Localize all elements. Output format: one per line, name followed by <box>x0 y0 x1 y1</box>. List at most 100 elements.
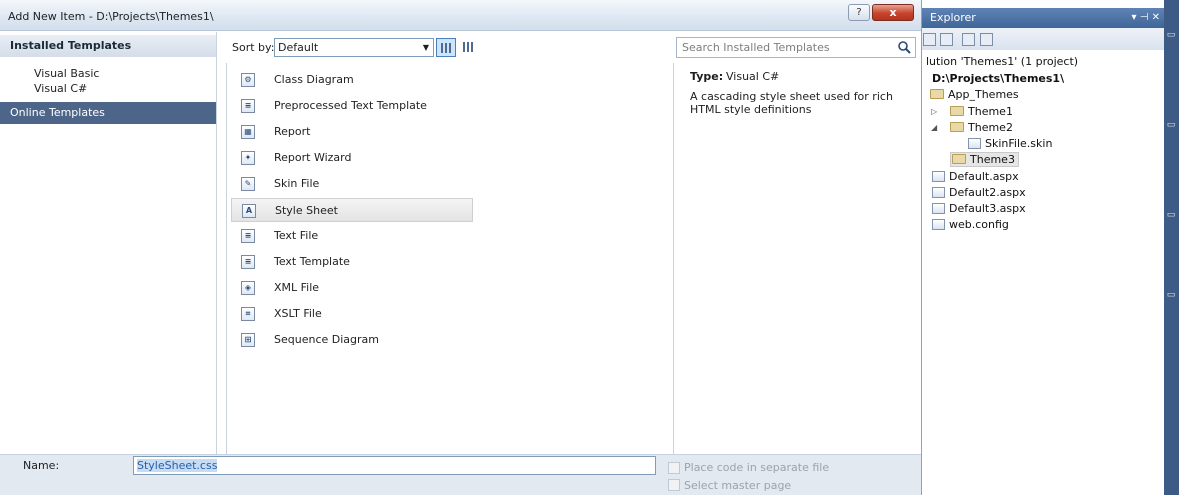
name-label: Name: <box>23 459 60 472</box>
project-node[interactable]: D:\Projects\Themes1\ <box>932 72 1064 85</box>
skinfile-node[interactable]: SkinFile.skin <box>968 137 1052 150</box>
template-item-style-sheet[interactable]: A Style Sheet <box>231 198 473 222</box>
medium-icons-view-button[interactable] <box>436 38 456 57</box>
explorer-titlebar: Explorer ▾ ⊣ ✕ <box>922 8 1164 28</box>
side-tool-strip: ▭ ▭ ▭ ▭ <box>1164 0 1179 495</box>
category-visual-csharp[interactable]: Visual C# <box>34 82 87 95</box>
theme3-folder[interactable]: Theme3 <box>950 152 1019 167</box>
template-label: Text Template <box>274 255 350 268</box>
place-code-separate-checkbox[interactable] <box>668 462 680 474</box>
installed-templates-header[interactable]: Installed Templates <box>0 35 216 57</box>
solution-explorer-panel: Explorer ▾ ⊣ ✕ lution 'Themes1' (1 proje… <box>921 0 1179 495</box>
sort-by-value: Default <box>278 41 319 54</box>
properties-tab[interactable]: ▭ <box>1166 290 1176 300</box>
default-aspx-node[interactable]: Default.aspx <box>932 170 1019 183</box>
search-installed-templates-input[interactable]: Search Installed Templates <box>676 37 916 58</box>
template-item-text-template[interactable]: ≡ Text Template <box>231 250 473 274</box>
description-type-value: Visual C# <box>726 70 780 83</box>
search-placeholder: Search Installed Templates <box>682 41 830 54</box>
report-icon: ▦ <box>241 125 255 139</box>
template-item-skin-file[interactable]: ✎ Skin File <box>231 172 473 196</box>
description-text: A cascading style sheet used for rich HT… <box>690 90 893 116</box>
app-themes-folder[interactable]: App_Themes <box>930 88 1019 101</box>
tree-label: App_Themes <box>948 88 1019 101</box>
template-item-xslt-file[interactable]: ⌗ XSLT File <box>231 302 473 326</box>
template-item-preprocessed-text-template[interactable]: ≡ Preprocessed Text Template <box>231 94 473 118</box>
template-label: Sequence Diagram <box>274 333 379 346</box>
template-item-sequence-diagram[interactable]: ⊞ Sequence Diagram <box>231 328 473 352</box>
template-label: XML File <box>274 281 320 294</box>
sort-by-select[interactable]: Default ▼ <box>274 38 434 57</box>
template-item-text-file[interactable]: ≡ Text File <box>231 224 473 248</box>
solution-explorer-tab[interactable]: ▭ <box>1166 30 1176 40</box>
properties-icon[interactable] <box>923 33 936 46</box>
template-categories-pane: Installed Templates Visual Basic Visual … <box>0 32 217 454</box>
template-label: Skin File <box>274 177 320 190</box>
template-item-class-diagram[interactable]: ⚙ Class Diagram <box>231 68 473 92</box>
web-config-node[interactable]: web.config <box>932 218 1009 231</box>
tree-label: Default.aspx <box>949 170 1019 183</box>
explorer-title: Explorer <box>930 11 976 24</box>
show-all-files-icon[interactable] <box>940 33 953 46</box>
add-new-item-dialog: Add New Item - D:\Projects\Themes1\ ? x … <box>0 0 921 495</box>
template-label: Report <box>274 125 311 138</box>
explorer-window-controls[interactable]: ▾ ⊣ ✕ <box>1132 8 1160 28</box>
class-diagram-icon: ⚙ <box>241 73 255 87</box>
dialog-title: Add New Item - D:\Projects\Themes1\ <box>8 10 214 23</box>
template-list: ⚙ Class Diagram ≡ Preprocessed Text Temp… <box>226 63 674 454</box>
name-input[interactable]: StyleSheet.css <box>133 456 656 475</box>
template-label: Text File <box>274 229 319 242</box>
theme2-folder[interactable]: Theme2 <box>950 121 1013 134</box>
theme1-folder[interactable]: Theme1 <box>950 105 1013 118</box>
collapse-arrow-icon[interactable]: ◢ <box>931 123 937 132</box>
report-wizard-icon: ✦ <box>241 151 255 165</box>
chevron-down-icon: ▼ <box>422 43 429 52</box>
config-file-icon <box>932 219 945 230</box>
folder-icon <box>930 89 944 99</box>
online-templates-item[interactable]: Online Templates <box>0 102 216 124</box>
name-input-value: StyleSheet.css <box>137 459 218 472</box>
tree-label: SkinFile.skin <box>985 137 1053 150</box>
close-button[interactable]: x <box>872 4 914 21</box>
aspx-file-icon <box>932 171 945 182</box>
text-template-icon: ≡ <box>241 99 255 113</box>
template-item-xml-file[interactable]: ◈ XML File <box>231 276 473 300</box>
place-code-separate-label: Place code in separate file <box>684 461 830 474</box>
tree-label: Default2.aspx <box>949 186 1026 199</box>
template-label: Class Diagram <box>274 73 354 86</box>
sort-by-label: Sort by: <box>232 41 275 54</box>
aspx-file-icon <box>932 203 945 214</box>
template-label: Style Sheet <box>275 204 338 217</box>
tree-label: Default3.aspx <box>949 202 1026 215</box>
class-view-tab[interactable]: ▭ <box>1166 210 1176 220</box>
template-label: XSLT File <box>274 307 322 320</box>
tree-label: web.config <box>949 218 1009 231</box>
sequence-diagram-icon: ⊞ <box>241 333 255 347</box>
template-item-report[interactable]: ▦ Report <box>231 120 473 144</box>
text-file-icon: ≡ <box>241 229 255 243</box>
select-master-page-label: Select master page <box>684 479 792 492</box>
solution-node[interactable]: lution 'Themes1' (1 project) <box>926 55 1078 68</box>
aspx-file-icon <box>932 187 945 198</box>
expand-arrow-icon[interactable]: ▷ <box>931 107 937 116</box>
small-icons-view-button[interactable] <box>459 38 479 57</box>
default3-aspx-node[interactable]: Default3.aspx <box>932 202 1026 215</box>
team-explorer-tab[interactable]: ▭ <box>1166 120 1176 130</box>
tree-label: Theme3 <box>970 153 1015 166</box>
select-master-page-checkbox[interactable] <box>668 479 680 491</box>
text-template-icon: ≡ <box>241 255 255 269</box>
template-item-report-wizard[interactable]: ✦ Report Wizard <box>231 146 473 170</box>
xml-file-icon: ◈ <box>241 281 255 295</box>
category-visual-basic[interactable]: Visual Basic <box>34 67 99 80</box>
template-label: Preprocessed Text Template <box>274 99 427 112</box>
view-list-icon <box>441 43 452 53</box>
dialog-titlebar: Add New Item - D:\Projects\Themes1\ ? x <box>0 0 921 31</box>
view-designer-icon[interactable] <box>980 33 993 46</box>
default2-aspx-node[interactable]: Default2.aspx <box>932 186 1026 199</box>
search-icon[interactable] <box>897 40 911 54</box>
theme-folder-icon <box>950 106 964 116</box>
refresh-icon[interactable] <box>962 33 975 46</box>
skin-file-icon: ✎ <box>241 177 255 191</box>
description-type-label: Type: <box>690 70 724 83</box>
help-button[interactable]: ? <box>848 4 870 21</box>
